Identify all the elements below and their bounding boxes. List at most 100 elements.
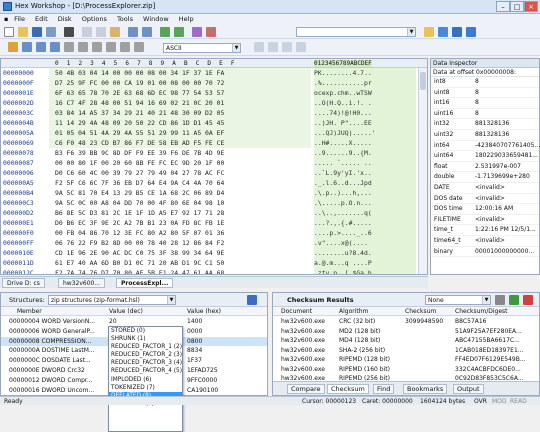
shift-left-icon[interactable] xyxy=(64,42,74,52)
row-ascii[interactable]: ..`L.9y'yI.'x.. xyxy=(314,168,416,178)
inspector-row[interactable]: DOS time 12:00:16 AM xyxy=(431,204,539,215)
row-hex-bytes[interactable]: 00 00 80 1F 00 20 60 8B FE FC EC 9D 20 1… xyxy=(55,158,224,168)
checksum-icon[interactable] xyxy=(424,27,434,37)
tab-compare[interactable]: Compare xyxy=(287,384,325,394)
hex-row[interactable]: 000000D2 B6 8E 5C D3 81 2C 1E 1F 1D A5 E7… xyxy=(1,208,427,218)
col-checksum[interactable]: Checksum xyxy=(405,307,436,316)
col-value-hex[interactable]: Value (hex) xyxy=(187,307,221,316)
maximize-button[interactable]: □ xyxy=(510,1,524,12)
hex-row[interactable]: 0000005A 01 05 04 51 4A 29 4A 55 51 29 99… xyxy=(1,128,427,138)
insert-icon[interactable] xyxy=(22,42,32,52)
dropdown-option[interactable]: STORED (0) xyxy=(109,327,182,335)
delete-checksum-icon[interactable] xyxy=(495,295,505,305)
row-hex-bytes[interactable]: 11 14 29 4A 48 09 20 50 22 CD 86 1D D1 4… xyxy=(55,118,224,128)
dropdown-option[interactable]: REDUCED_FACTOR_3 (4) xyxy=(109,359,182,367)
hex-row[interactable]: 00000078 B3 F6 39 BB 9C 8D DF F9 EE 39 F6… xyxy=(1,148,427,158)
shift-right-icon[interactable] xyxy=(78,42,88,52)
inspector-row[interactable]: binary 00001000000000... xyxy=(431,247,539,258)
cut-icon[interactable] xyxy=(82,27,92,37)
col-member[interactable]: Member xyxy=(17,307,42,316)
swap-icon[interactable] xyxy=(120,42,130,52)
compare-icon[interactable] xyxy=(438,27,448,37)
find-icon[interactable] xyxy=(160,27,170,37)
row-hex-bytes[interactable]: D0 C6 60 4C 00 39 79 27 79 49 04 27 78 A… xyxy=(55,168,224,178)
doc-menu-icon[interactable]: ▪ xyxy=(0,14,8,24)
row-hex-bytes[interactable]: 16 C7 4F 28 48 00 51 94 16 69 02 21 0C 2… xyxy=(55,98,224,108)
hex-row[interactable]: 0000001E 6F 63 65 78 70 2E 63 68 6D EC 98… xyxy=(1,88,427,98)
minimize-button[interactable]: – xyxy=(496,1,510,12)
menu-help[interactable]: Help xyxy=(175,14,198,24)
checksum-row[interactable]: hw32v600.exe RIPEMD (128 bit) FF4ED07F6129… xyxy=(273,355,539,365)
row-ascii[interactable]: ..\..,.......q( xyxy=(314,208,416,218)
row-ascii[interactable]: .ztv.p..[.$Ga.h xyxy=(314,268,416,274)
tab-drive-d[interactable]: Drive D: cs xyxy=(2,278,45,288)
row-hex-bytes[interactable]: 00 FB 04 86 70 12 3E FC 80 A2 80 5F 07 0… xyxy=(55,228,224,238)
menu-tools[interactable]: Tools xyxy=(113,14,137,24)
row-ascii[interactable]: PK........4.7.. xyxy=(314,68,416,78)
inspector-row[interactable]: FILETIME <invalid> xyxy=(431,215,539,226)
row-ascii[interactable]: ocexp.chm..wTSW xyxy=(314,88,416,98)
prev-icon[interactable] xyxy=(268,42,278,52)
hex-editor[interactable]: 0 1 2 3 4 5 6 7 8 9 A B C D E F 01234567… xyxy=(0,58,428,275)
row-ascii[interactable]: .\.p..)...h,... xyxy=(314,188,416,198)
scroll-thumb[interactable] xyxy=(420,72,426,90)
row-ascii[interactable]: ..... `..... .. xyxy=(314,158,416,168)
checksum-row[interactable]: hw32v600.exe MD2 (128 bit) 51A9F25A7EF280E… xyxy=(273,327,539,337)
row-hex-bytes[interactable]: 01 05 04 51 4A 29 4A 55 51 29 99 11 A5 0… xyxy=(55,128,224,138)
row-ascii[interactable]: a.@.m...q ....P xyxy=(314,258,416,268)
ops-icon[interactable] xyxy=(134,42,144,52)
hex-scrollbar[interactable] xyxy=(418,68,427,274)
row-hex-bytes[interactable]: B3 F6 39 BB 9C 8D DF F9 EE 39 F6 DE 7B 4… xyxy=(55,148,224,158)
structure-select[interactable]: zip structures (zip-format.hsl) ▼ xyxy=(48,295,176,305)
bookmark-icon[interactable] xyxy=(206,27,216,37)
inspector-row[interactable]: int64 -423840707761405... xyxy=(431,141,540,152)
inspector-row[interactable]: uint64 180229033659481... xyxy=(431,151,539,162)
hex-row[interactable]: 0000012C F2 7A 74 76 D7 70 80 AF 5B E1 24… xyxy=(1,268,427,274)
refresh-icon[interactable] xyxy=(509,295,519,305)
row-ascii[interactable]: .\.....p.O.n... xyxy=(314,198,416,208)
row-hex-bytes[interactable]: 6F 63 65 78 70 2E 63 68 6D EC 98 77 54 5… xyxy=(55,88,224,98)
menu-file[interactable]: File xyxy=(10,14,29,24)
row-ascii[interactable]: ....74)!@!H0... xyxy=(314,108,416,118)
menu-window[interactable]: Window xyxy=(139,14,173,24)
save-all-icon[interactable] xyxy=(46,27,56,37)
save-icon[interactable] xyxy=(32,27,42,37)
row-hex-bytes[interactable]: 06 76 22 F9 B2 8D 00 00 78 40 28 12 86 8… xyxy=(55,238,224,248)
row-hex-bytes[interactable]: 50 4B 03 04 14 00 00 00 08 00 34 1F 37 1… xyxy=(55,68,224,78)
hex-row[interactable]: 000000E1 D0 B6 EC 3F 9E 2C A2 7B B1 23 0A… xyxy=(1,218,427,228)
print-icon[interactable] xyxy=(64,27,74,37)
first-icon[interactable] xyxy=(254,42,264,52)
hex-row[interactable]: 0000003C 03 84 14 A5 37 34 29 21 40 21 48… xyxy=(1,108,427,118)
hex-row[interactable]: 0000002D 16 C7 4F 28 48 00 51 94 16 69 02… xyxy=(1,98,427,108)
row-hex-bytes[interactable]: D7 25 9F FC 00 00 CA 19 01 00 08 00 00 7… xyxy=(55,78,224,88)
menu-options[interactable]: Options xyxy=(78,14,111,24)
hex-row[interactable]: 000000FF 06 76 22 F9 B2 8D 00 00 78 40 28… xyxy=(1,238,427,248)
tab-hw32v600[interactable]: hw32v600... xyxy=(58,278,106,288)
row-ascii[interactable]: ._.l.6..d...Jpd xyxy=(314,178,416,188)
checksum-row[interactable]: hw32v600.exe SHA-2 (256 bit) 1CAB018ED1839… xyxy=(273,346,539,356)
inspector-row[interactable]: uint8 8 xyxy=(431,88,539,99)
new-file-icon[interactable] xyxy=(4,27,14,37)
add-structure-icon[interactable] xyxy=(247,295,257,305)
row-hex-bytes[interactable]: F2 7A 74 76 D7 70 80 AF 5B E1 24 47 61 A… xyxy=(55,268,224,274)
hex-row[interactable]: 0000000F D7 25 9F FC 00 00 CA 19 01 00 08… xyxy=(1,78,427,88)
hex-row[interactable]: 0000011D 61 E7 40 AA 6D B0 D1 0C 71 20 AB… xyxy=(1,258,427,268)
hex-row[interactable]: 000000C3 9A 5C 0C 00 A8 04 DD 70 00 4F 80… xyxy=(1,198,427,208)
base-convert-icon[interactable] xyxy=(452,27,462,37)
menu-disk[interactable]: Disk xyxy=(54,14,76,24)
dropdown-option[interactable]: TOKENIZED (7) xyxy=(109,384,182,392)
row-ascii[interactable]: .%...........pr xyxy=(314,78,416,88)
invert-icon[interactable] xyxy=(106,42,116,52)
wrench-icon[interactable] xyxy=(8,42,18,52)
col-value-dec[interactable]: Value (dec) xyxy=(109,307,143,316)
row-hex-bytes[interactable]: 9A 5C 0C 00 A8 04 DD 70 00 4F 80 6E 04 9… xyxy=(55,198,224,208)
next-icon[interactable] xyxy=(282,42,292,52)
col-digest[interactable]: Checksum/Digest xyxy=(455,307,508,316)
row-ascii[interactable]: ..)JH. P"....EE xyxy=(314,118,416,128)
inspector-row[interactable]: int8 8 xyxy=(431,77,539,88)
hex-row[interactable]: 00000087 00 00 80 1F 00 20 60 8B FE FC EC… xyxy=(1,158,427,168)
open-folder-icon[interactable] xyxy=(18,27,28,37)
inspector-row[interactable]: time64_t <invalid> xyxy=(431,236,539,247)
redo-icon[interactable] xyxy=(142,27,152,37)
dropdown-option[interactable]: REDUCED_FACTOR_2 (3) xyxy=(109,351,182,359)
